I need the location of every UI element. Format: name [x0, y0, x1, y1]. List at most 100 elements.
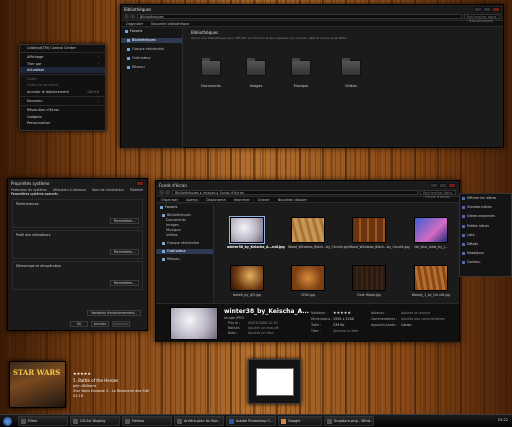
back-button[interactable] — [124, 14, 129, 19]
taskbar-item-demos[interactable]: Demos — [122, 416, 172, 426]
tab-advanced[interactable]: Paramètres système avancés — [11, 192, 58, 196]
details-preview — [170, 307, 218, 340]
menu-item-small-icons[interactable]: Petites icônes — [460, 222, 511, 231]
sidebar-item-network[interactable]: Réseau — [121, 65, 182, 70]
new-folder-button[interactable]: Nouveau dossier — [276, 198, 309, 202]
sidebar-item-network[interactable]: Réseau — [156, 257, 213, 262]
window-icon — [177, 418, 182, 424]
performance-settings-button[interactable]: Paramètres... — [109, 218, 139, 224]
start-button[interactable] — [3, 416, 12, 426]
organize-button[interactable]: Organiser — [159, 198, 180, 202]
album-logo-text: STAR WARS — [13, 368, 61, 377]
pictures-titlebar[interactable]: Fonds d'écran — [156, 181, 459, 189]
pictures-window: Fonds d'écran Bibliothèques ▸ Images ▸ F… — [155, 180, 460, 342]
homegroup-icon — [127, 47, 130, 51]
rating-stars[interactable]: ★★★★★ — [333, 310, 351, 315]
pictures-toolbar: Organiser Aperçu Diaporama Imprimer Grav… — [156, 196, 459, 203]
menu-item-details[interactable]: Détails — [460, 240, 511, 249]
thumbnail[interactable] — [352, 265, 386, 291]
taskbar-item-snapture[interactable]: Snapture.png - Wind... — [324, 416, 374, 426]
burn-button[interactable]: Graver — [256, 198, 272, 202]
music-folder-icon[interactable] — [291, 58, 311, 76]
menu-item-extra-large-icons[interactable]: Afficher les icônes — [460, 194, 511, 203]
taskbar-preview[interactable] — [248, 359, 301, 404]
taskbar-item-films[interactable]: Films — [18, 416, 68, 426]
menu-item-tiles[interactable]: Mosaïques — [460, 249, 511, 258]
details-comments-value[interactable]: Ajoutez des commentaires — [401, 317, 445, 321]
menu-item-new[interactable]: Nouveau › — [20, 98, 105, 104]
details-note-value[interactable]: Ajoutez un titre — [248, 331, 273, 335]
track-rating[interactable]: ★★★★★ — [73, 371, 91, 376]
maximize-button[interactable] — [439, 182, 447, 188]
star-icon — [125, 29, 128, 33]
profiles-settings-button[interactable]: Paramètres... — [109, 249, 139, 255]
back-button[interactable] — [159, 190, 164, 195]
close-button[interactable] — [136, 180, 144, 186]
menu-item-catalyst[interactable]: Catalyst(TM) Control Center — [20, 45, 105, 51]
close-button[interactable] — [448, 182, 456, 188]
menu-item-undo-move[interactable]: Annuler le déplacement Ctrl+Z — [20, 89, 105, 95]
menu-item-refresh[interactable]: Actualiser — [20, 66, 105, 74]
cancel-button[interactable]: Annuler — [91, 321, 109, 327]
thumbnail[interactable] — [414, 265, 448, 291]
menu-item-personalize[interactable]: Personnaliser — [20, 120, 105, 126]
startup-settings-button[interactable]: Paramètres... — [109, 280, 139, 286]
videos-folder-icon[interactable] — [341, 58, 361, 76]
desktop-context-menu: Catalyst(TM) Control Center Affichage › T… — [19, 44, 106, 131]
thumbnail[interactable] — [229, 216, 265, 244]
details-taken-value[interactable]: 09/03/2008 12:30 — [248, 321, 278, 325]
taskbar-item-background[interactable]: Arrière-plan du Bur... — [174, 416, 224, 426]
menu-item-list[interactable]: Liste — [460, 231, 511, 240]
album-art[interactable]: STAR WARS — [9, 361, 66, 408]
tab-computer-name[interactable]: Nom de l'ordinateur — [92, 188, 124, 192]
address-bar[interactable]: Bibliothèques — [137, 14, 462, 19]
thumbnail[interactable] — [414, 217, 448, 243]
forward-button[interactable] — [165, 190, 170, 195]
address-bar[interactable]: Bibliothèques ▸ Images ▸ Fonds d'écran — [172, 190, 418, 195]
print-button[interactable]: Imprimer — [232, 198, 252, 202]
menu-item-large-icons[interactable]: Grandes icônes — [460, 203, 511, 212]
slideshow-button[interactable]: Diaporama — [204, 198, 227, 202]
organize-button[interactable]: Organiser — [124, 22, 145, 26]
taskbar-item-photoshop[interactable]: Adobe Photoshop C... — [226, 416, 276, 426]
performance-group: Performances Paramètres... — [12, 199, 143, 228]
menu-item-content[interactable]: Contenu — [460, 258, 511, 267]
computer-icon — [127, 56, 130, 60]
thumbnail[interactable] — [352, 217, 386, 243]
search-input[interactable]: Rechercher dans : Fonds d'écran — [420, 190, 456, 199]
search-input[interactable]: Rechercher dans : Bibliothèques — [464, 14, 500, 23]
details-tags-value[interactable]: Ajouter un mot-clé — [248, 326, 279, 330]
library-icon — [127, 38, 130, 42]
details-rating-label: Notation : — [311, 311, 328, 315]
minimize-button[interactable] — [430, 182, 438, 188]
library-titlebar[interactable]: Bibliothèques — [121, 5, 503, 13]
properties-titlebar[interactable]: Propriétés système — [8, 179, 147, 187]
thumbnail-label: Wood_Windows_Black...by_Cerulik.jpg — [288, 245, 349, 249]
details-size-label: Taille : — [311, 323, 322, 327]
menu-item-medium-icons[interactable]: Icônes moyennes — [460, 212, 511, 221]
thumbnail[interactable] — [291, 265, 325, 291]
thumbnail-label: CFAS.jpg — [301, 293, 315, 297]
maximize-button[interactable] — [483, 6, 491, 12]
thumbnail-label: Dark Wood.jpg — [357, 293, 381, 297]
taskbar-item-cdart[interactable]: CD-Art Display — [70, 416, 120, 426]
thumbnail[interactable] — [291, 217, 325, 243]
ok-button[interactable]: OK — [70, 321, 88, 327]
forward-button[interactable] — [130, 14, 135, 19]
environment-variables-button[interactable]: Variables d'environnement... — [87, 310, 141, 316]
details-title-value[interactable]: Ajoutez un titre — [333, 329, 358, 333]
clock[interactable]: 03:22 — [498, 418, 508, 422]
taskbar-item-google[interactable]: Google — [278, 416, 322, 426]
minimize-button[interactable] — [474, 6, 482, 12]
network-icon — [162, 257, 165, 261]
documents-folder-icon[interactable] — [201, 58, 221, 76]
new-library-button[interactable]: Nouvelle bibliothèque — [149, 22, 191, 26]
details-authors-value[interactable]: Ajouter un auteur — [401, 311, 430, 315]
apply-button[interactable]: Appliquer — [112, 321, 130, 327]
pictures-folder-icon[interactable] — [246, 58, 266, 76]
preview-button[interactable]: Aperçu — [184, 198, 200, 202]
close-button[interactable] — [492, 6, 500, 12]
properties-title: Propriétés système — [11, 180, 50, 186]
tab-hardware[interactable]: Matériel — [130, 188, 143, 192]
thumbnail[interactable] — [230, 265, 264, 291]
